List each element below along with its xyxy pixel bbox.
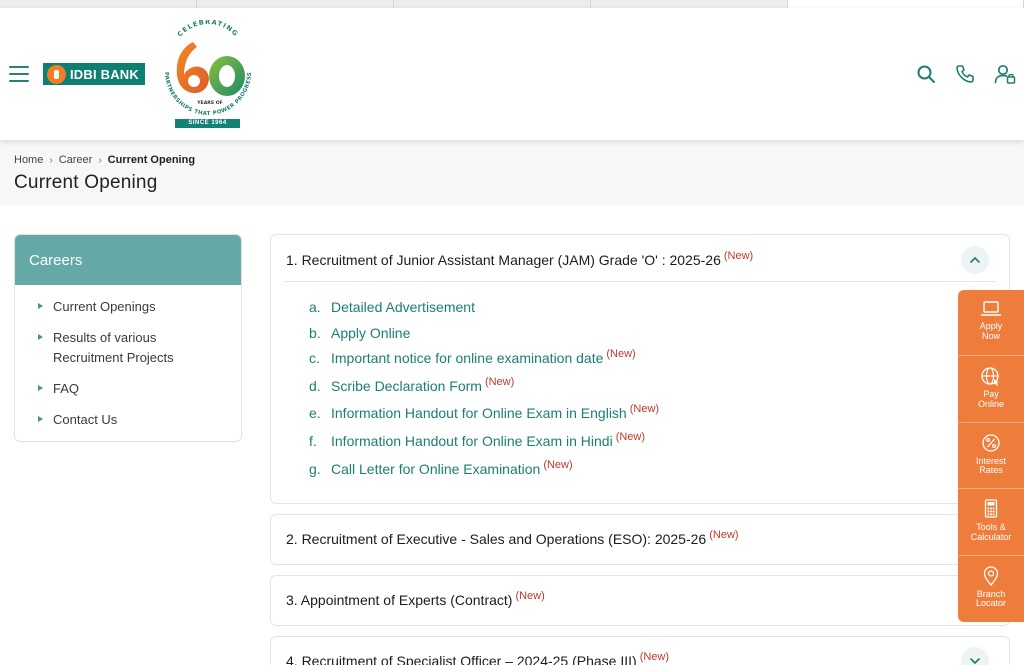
- svg-text:CELEBRATING: CELEBRATING: [176, 20, 240, 38]
- link-exam-date-notice[interactable]: Important notice for online examination …: [331, 350, 603, 366]
- accordion-title-specialist-officer[interactable]: 4. Recruitment of Specialist Officer – 2…: [286, 651, 670, 665]
- interest-rates-label: Interest Rates: [975, 455, 1006, 476]
- breadcrumb-home[interactable]: Home: [14, 154, 43, 166]
- link-apply-online[interactable]: Apply Online: [331, 325, 410, 341]
- accordion-item-experts[interactable]: 3. Appointment of Experts (Contract) (New…: [270, 575, 1010, 626]
- accordion-title-eso[interactable]: 2. Recruitment of Executive - Sales and …: [286, 529, 739, 547]
- link-scribe-declaration[interactable]: Scribe Declaration Form: [331, 378, 482, 394]
- sidebar-heading: Careers: [15, 235, 241, 285]
- pay-online-button[interactable]: Pay Online: [958, 356, 1024, 423]
- idbi-bank-logo[interactable]: IDBI BANK: [43, 63, 145, 85]
- link-item-scribe-declaration: d. Scribe Declaration Form (New): [309, 375, 515, 394]
- link-handout-english[interactable]: Information Handout for Online Exam in E…: [331, 405, 627, 421]
- accordion-title-jam[interactable]: 1. Recruitment of Junior Assistant Manag…: [286, 250, 754, 268]
- new-badge: (New): [723, 250, 754, 262]
- link-item-handout-hindi: f. Information Handout for Online Exam in…: [309, 430, 646, 449]
- browser-tab-strip: [0, 0, 1024, 8]
- breadcrumb-career[interactable]: Career: [59, 154, 93, 166]
- quick-actions-floating-bar: Apply Now Pay Online Interest Rates Tool…: [958, 290, 1024, 622]
- breadcrumb: Home › Career › Current Opening: [14, 154, 195, 166]
- chevron-right-icon: ›: [49, 154, 53, 166]
- sidebar-item-contact-us[interactable]: Contact Us: [37, 410, 241, 430]
- tools-calculator-button[interactable]: Tools & Calculator: [958, 489, 1024, 556]
- site-header: IDBI BANK CELEBRATING YEARS OF PARTNERSH…: [0, 8, 1024, 140]
- careers-sidebar: Careers Current Openings Results of vari…: [14, 234, 242, 442]
- tools-calculator-label: Tools & Calculator: [970, 522, 1012, 542]
- link-call-letter[interactable]: Call Letter for Online Examination: [331, 461, 540, 477]
- new-badge: (New): [515, 590, 545, 602]
- chevron-down-icon: [970, 658, 980, 665]
- apply-now-label: Apply Now: [979, 321, 1003, 341]
- new-badge: (New): [639, 651, 670, 663]
- jam-links-list: a. Detailed Advertisement b. Apply Online …: [309, 295, 659, 484]
- apply-now-button[interactable]: Apply Now: [958, 290, 1024, 357]
- sidebar-item-faq[interactable]: FAQ: [37, 379, 241, 399]
- menu-hamburger-icon[interactable]: [9, 66, 29, 82]
- new-badge: (New): [615, 430, 646, 443]
- laptop-icon: [980, 301, 1002, 316]
- search-icon[interactable]: [916, 64, 936, 84]
- location-pin-icon: [983, 565, 999, 586]
- user-account-icon[interactable]: [994, 64, 1016, 84]
- logo-text: IDBI BANK: [70, 66, 139, 82]
- sidebar-item-recruitment-results[interactable]: Results of various Recruitment Projects: [37, 328, 241, 368]
- link-item-apply-online: b. Apply Online: [309, 324, 411, 341]
- accordion-divider: [285, 281, 995, 282]
- link-detailed-advertisement[interactable]: Detailed Advertisement: [331, 299, 475, 315]
- percent-icon: [982, 434, 1000, 452]
- page-title: Current Opening: [14, 172, 158, 193]
- chevron-right-icon: ›: [98, 154, 102, 166]
- new-badge: (New): [606, 348, 636, 361]
- link-handout-hindi[interactable]: Information Handout for Online Exam in H…: [331, 433, 613, 449]
- pay-online-label: Pay Online: [977, 389, 1004, 409]
- anniversary-60-years-badge: CELEBRATING YEARS OF PARTNERSHIPS THAT P…: [163, 20, 253, 117]
- new-badge: (New): [543, 458, 573, 471]
- new-badge: (New): [484, 375, 515, 388]
- accordion-title-experts[interactable]: 3. Appointment of Experts (Contract) (New…: [286, 590, 545, 608]
- accordion-item-specialist-officer[interactable]: 4. Recruitment of Specialist Officer – 2…: [270, 636, 1010, 665]
- collapse-toggle-button[interactable]: [961, 246, 989, 274]
- page-title-bar: Home › Career › Current Opening Current …: [0, 140, 1024, 206]
- expand-toggle-button[interactable]: [961, 647, 989, 665]
- link-item-exam-date-notice: c. Important notice for online examinatio…: [309, 348, 636, 367]
- badge-years-text: YEARS OF: [196, 100, 223, 106]
- badge-top-text: CELEBRATING: [176, 20, 239, 38]
- link-item-detailed-advertisement: a. Detailed Advertisement: [309, 299, 475, 315]
- branch-locator-button[interactable]: Branch Locator: [958, 556, 1024, 622]
- accordion-item-eso[interactable]: 2. Recruitment of Executive - Sales and …: [270, 514, 1010, 565]
- link-item-handout-english: e. Information Handout for Online Exam in…: [309, 403, 660, 422]
- calculator-icon: [984, 499, 998, 518]
- branch-locator-label: Branch Locator: [975, 588, 1007, 609]
- since-1964-label: SINCE 1964: [175, 119, 240, 128]
- accordion-item-jam: 1. Recruitment of Junior Assistant Manag…: [270, 234, 1010, 504]
- chevron-up-icon: [970, 256, 980, 263]
- link-item-call-letter: g. Call Letter for Online Examination (New…: [309, 458, 573, 477]
- breadcrumb-current: Current Opening: [107, 154, 196, 166]
- interest-rates-button[interactable]: Interest Rates: [958, 423, 1024, 490]
- phone-icon[interactable]: [955, 64, 975, 84]
- new-badge: (New): [629, 403, 660, 416]
- globe-icon: [981, 367, 999, 387]
- new-badge: (New): [709, 529, 739, 541]
- idbi-logo-mark-icon: [47, 64, 66, 84]
- sidebar-item-current-openings[interactable]: Current Openings: [37, 297, 241, 317]
